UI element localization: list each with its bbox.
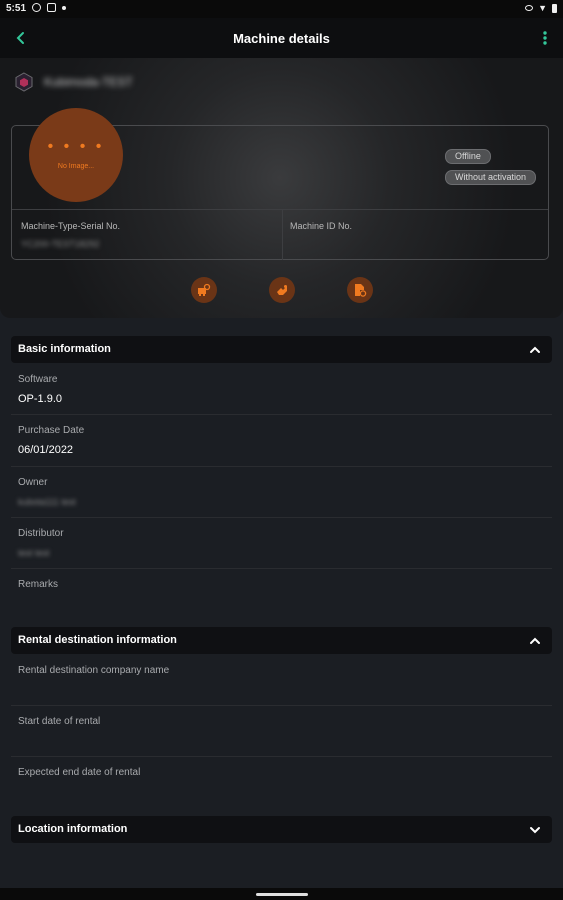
- app-bar: Machine details: [0, 18, 563, 58]
- divider-vertical: [282, 210, 283, 260]
- image-dots-icon: • • • •: [47, 137, 105, 155]
- machine-header-card: Kubimoda-TEST • • • • No Image... Offlin…: [0, 58, 563, 318]
- machine-name-row: Kubimoda-TEST: [14, 72, 133, 92]
- divider: [11, 568, 552, 569]
- basic-info-header[interactable]: Basic information: [11, 336, 552, 363]
- rental-info-header[interactable]: Rental destination information: [11, 627, 552, 654]
- divider: [11, 705, 552, 706]
- rental-start-label: Start date of rental: [18, 716, 101, 727]
- battery-icon: [552, 3, 557, 13]
- distributor-label: Distributor: [18, 528, 64, 539]
- divider: [12, 209, 548, 210]
- location-info-title: Location information: [18, 823, 128, 835]
- system-icons: ▼: [525, 3, 557, 13]
- machine-id-label: Machine ID No.: [290, 221, 353, 231]
- chat-icon: [32, 3, 41, 12]
- more-vert-icon[interactable]: [537, 28, 553, 48]
- status-bar: 5:51 ▼: [0, 0, 563, 18]
- rental-info-title: Rental destination information: [18, 634, 177, 646]
- chevron-up-icon: [530, 637, 540, 644]
- machine-action-button-2[interactable]: [269, 277, 295, 303]
- chevron-down-icon: [530, 827, 540, 834]
- cast-icon: [47, 3, 56, 12]
- gesture-handle[interactable]: [256, 893, 308, 896]
- machine-hex-icon: [15, 72, 33, 92]
- purchase-date-value: 06/01/2022: [18, 444, 74, 456]
- owner-label: Owner: [18, 477, 48, 488]
- divider: [11, 517, 552, 518]
- notification-icons: [32, 3, 66, 12]
- rental-company-label: Rental destination company name: [18, 665, 170, 676]
- remarks-label: Remarks: [18, 579, 59, 590]
- divider: [11, 756, 552, 757]
- status-chip-activation: Without activation: [445, 170, 537, 185]
- machine-search-icon: [198, 283, 211, 296]
- back-arrow-icon[interactable]: [12, 27, 32, 49]
- serial-value: YC200-TEST18292: [21, 239, 100, 249]
- wifi-icon: ▼: [538, 3, 547, 13]
- machine-name: Kubimoda-TEST: [44, 75, 133, 89]
- page-title: Machine details: [233, 30, 330, 46]
- no-image-text: No Image...: [57, 162, 95, 170]
- distributor-value: test test: [18, 548, 50, 558]
- serial-label: Machine-Type-Serial No.: [21, 221, 121, 231]
- machine-image: • • • • No Image...: [29, 108, 123, 202]
- status-chip-offline: Offline: [445, 149, 491, 164]
- status-time: 5:51: [6, 3, 27, 14]
- purchase-date-label: Purchase Date: [18, 425, 85, 436]
- machine-settings-icon: [277, 285, 287, 295]
- machine-action-button-3[interactable]: [347, 277, 373, 303]
- rental-end-label: Expected end date of rental: [18, 767, 141, 778]
- dot-icon: [62, 5, 66, 10]
- basic-info-title: Basic information: [18, 343, 111, 355]
- eye-icon: [525, 5, 534, 11]
- machine-info-box: • • • • No Image... Offline Without acti…: [11, 108, 549, 260]
- document-settings-icon: [355, 284, 367, 297]
- location-info-header[interactable]: Location information: [11, 816, 552, 843]
- chevron-up-icon: [530, 346, 540, 353]
- owner-value: kubota111 test: [18, 497, 76, 507]
- divider: [11, 466, 552, 467]
- divider: [11, 414, 552, 415]
- software-label: Software: [18, 374, 58, 385]
- machine-action-button-1[interactable]: [191, 277, 217, 303]
- software-value: OP-1.9.0: [18, 393, 63, 405]
